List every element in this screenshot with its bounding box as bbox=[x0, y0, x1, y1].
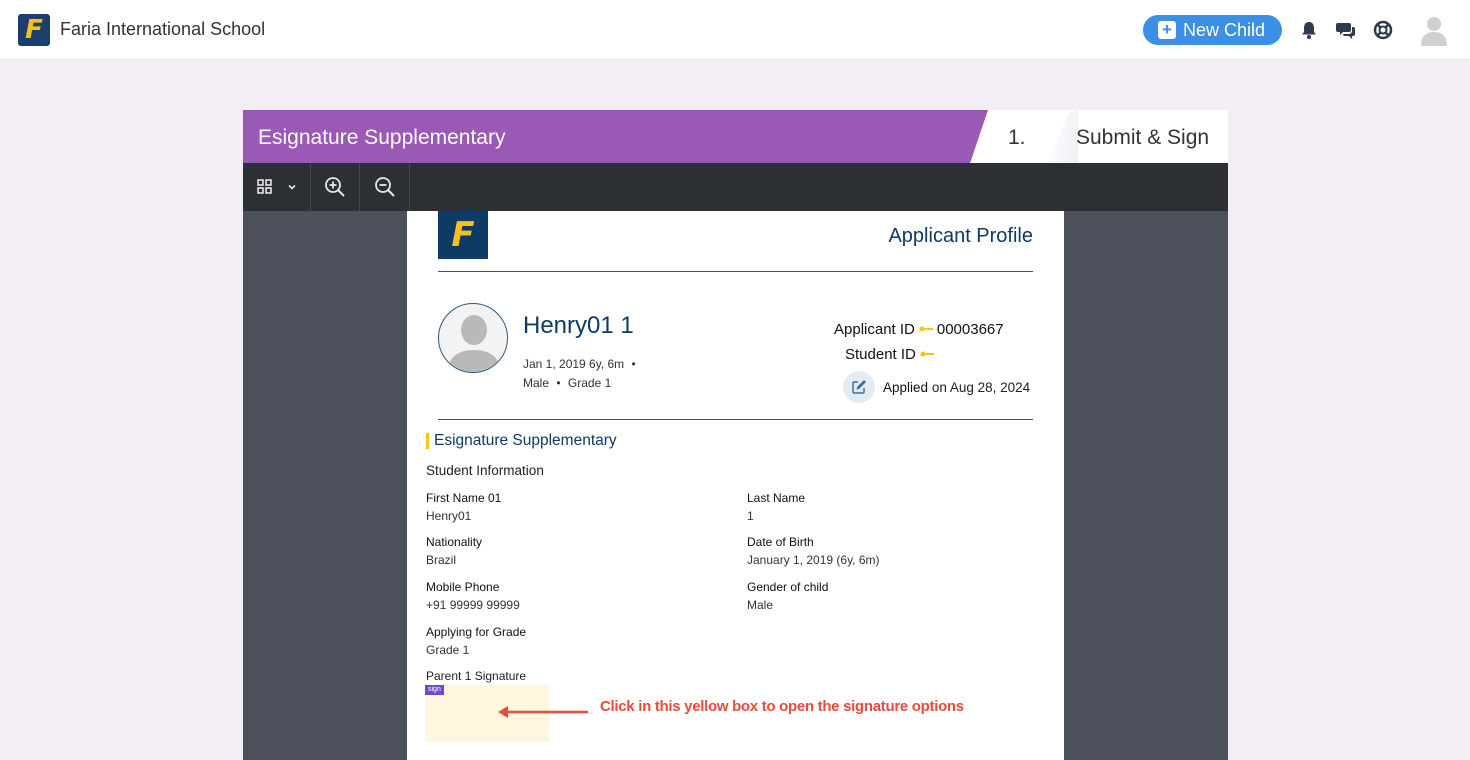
grid-view-icon bbox=[256, 179, 272, 194]
dob-value: January 1, 2019 (6y, 6m) bbox=[747, 553, 880, 567]
sign-tag: sign bbox=[425, 685, 444, 695]
school-name: Faria International School bbox=[60, 19, 266, 39]
chat-icon[interactable] bbox=[1336, 20, 1356, 40]
dob-label: Date of Birth bbox=[747, 535, 814, 549]
annotation-text: Click in this yellow box to open the sig… bbox=[600, 698, 964, 715]
applicant-grade: Grade 1 bbox=[567, 376, 612, 390]
edit-icon bbox=[852, 380, 866, 394]
gender-label: Gender of child bbox=[747, 580, 829, 594]
form-header-banner: Esignature Supplementary 1. Submit & Sig… bbox=[243, 110, 1228, 163]
last-name-label: Last Name bbox=[747, 491, 806, 505]
applicant-photo bbox=[438, 303, 508, 373]
step-label[interactable]: Submit & Sign bbox=[1076, 126, 1209, 150]
gender-value: Male bbox=[747, 598, 774, 612]
first-name-value: Henry01 bbox=[426, 509, 472, 523]
applicant-id-value: 00003667 bbox=[936, 321, 1004, 338]
applicant-id-row: Applicant ID 00003667 bbox=[834, 321, 1004, 338]
form-viewer-panel: Esignature Supplementary 1. Submit & Sig… bbox=[243, 110, 1228, 760]
divider bbox=[438, 271, 1033, 272]
zoom-out-button[interactable] bbox=[360, 163, 410, 211]
last-name-value: 1 bbox=[747, 509, 754, 523]
bullet-separator: • bbox=[556, 376, 561, 390]
new-child-button[interactable]: + New Child bbox=[1143, 15, 1282, 45]
applied-label: Applied bbox=[883, 380, 929, 395]
key-icon bbox=[919, 326, 933, 332]
student-id-label: Student ID bbox=[845, 346, 916, 363]
applicant-gender: Male bbox=[523, 376, 550, 390]
bullet-separator: • bbox=[631, 357, 636, 371]
document-heading: Applicant Profile bbox=[888, 225, 1033, 247]
school-logo[interactable]: F bbox=[18, 14, 50, 46]
applicant-id-label: Applicant ID bbox=[834, 321, 915, 338]
user-avatar-icon[interactable] bbox=[1420, 14, 1448, 46]
pdf-toolbar bbox=[243, 163, 1228, 211]
applicant-dob-age: Jan 1, 2019 6y, 6m bbox=[523, 357, 625, 371]
section-title: Esignature Supplementary bbox=[426, 433, 617, 449]
key-icon bbox=[920, 351, 934, 357]
zoom-out-icon bbox=[374, 177, 395, 197]
applicant-name: Henry01 1 bbox=[523, 312, 634, 339]
mobile-value: +91 99999 99999 bbox=[426, 598, 520, 612]
first-name-label: First Name 01 bbox=[426, 491, 502, 505]
applicant-dob-line: Jan 1, 2019 6y, 6m • bbox=[523, 357, 636, 371]
subsection-title: Student Information bbox=[426, 463, 544, 478]
applied-status: Applied on Aug 28, 2024 bbox=[883, 380, 1030, 395]
grade-label: Applying for Grade bbox=[426, 625, 527, 639]
document-logo-letter: F bbox=[451, 215, 475, 255]
zoom-in-icon bbox=[325, 177, 345, 197]
help-lifebuoy-icon[interactable] bbox=[1373, 20, 1393, 40]
new-child-label: New Child bbox=[1183, 19, 1266, 40]
nationality-value: Brazil bbox=[426, 553, 457, 567]
signature-label: Parent 1 Signature bbox=[426, 669, 527, 683]
mobile-label: Mobile Phone bbox=[426, 580, 500, 594]
form-title: Esignature Supplementary bbox=[258, 126, 506, 149]
annotation-arrow-icon bbox=[498, 706, 588, 718]
nationality-label: Nationality bbox=[426, 535, 483, 549]
school-logo-letter: F bbox=[25, 15, 43, 45]
document-page: F Applicant Profile Henry01 1 Jan 1, 201… bbox=[407, 211, 1064, 760]
student-id-row: Student ID bbox=[845, 346, 938, 363]
zoom-in-button[interactable] bbox=[311, 163, 360, 211]
page-grid-dropdown[interactable] bbox=[243, 163, 311, 211]
applied-date: on Aug 28, 2024 bbox=[931, 380, 1031, 395]
top-navigation-bar: F Faria International School + New Child bbox=[0, 0, 1470, 60]
bell-icon[interactable] bbox=[1299, 20, 1319, 40]
applicant-gender-grade-line: Male • Grade 1 bbox=[523, 376, 611, 390]
edit-application-button[interactable] bbox=[843, 371, 875, 403]
chevron-down-icon bbox=[287, 184, 296, 190]
plus-icon: + bbox=[1158, 21, 1176, 39]
grade-value: Grade 1 bbox=[426, 643, 470, 657]
divider bbox=[438, 419, 1033, 420]
person-silhouette-icon bbox=[447, 315, 501, 372]
document-logo: F bbox=[438, 211, 488, 259]
